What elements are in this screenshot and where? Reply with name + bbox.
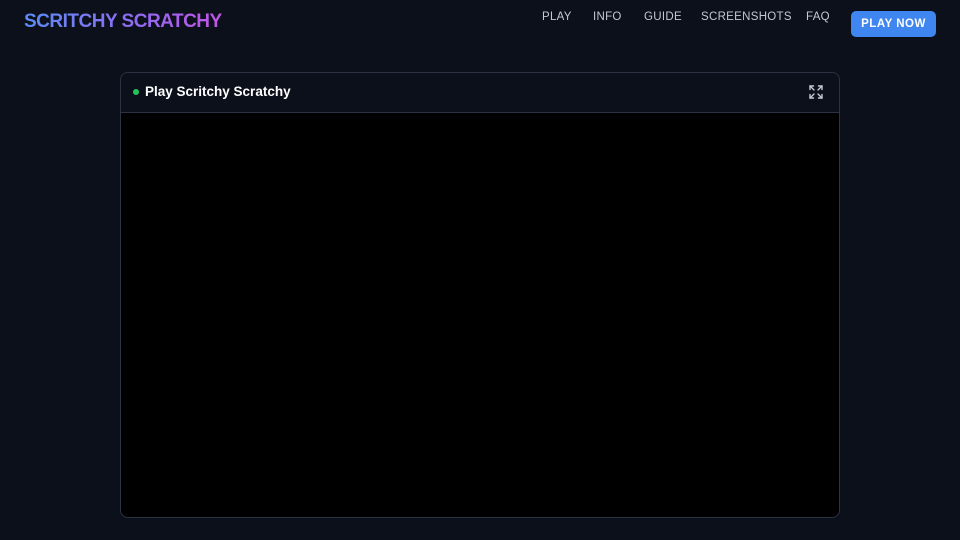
game-canvas[interactable]	[121, 113, 839, 517]
status-dot-icon	[133, 89, 139, 95]
site-header: SCRITCHY SCRATCHY PLAY INFO GUIDE SCREEN…	[0, 0, 960, 46]
main-nav: PLAY INFO GUIDE SCREENSHOTS FAQ	[0, 11, 960, 25]
game-panel: Play Scritchy Scratchy	[120, 72, 840, 518]
expand-icon[interactable]	[809, 85, 823, 99]
nav-link-guide[interactable]: GUIDE	[644, 11, 682, 23]
nav-link-screenshots[interactable]: SCREENSHOTS	[701, 11, 792, 23]
nav-link-faq[interactable]: FAQ	[806, 11, 830, 23]
nav-link-play[interactable]: PLAY	[542, 11, 572, 23]
game-panel-header: Play Scritchy Scratchy	[121, 73, 839, 113]
play-now-button[interactable]: PLAY NOW	[851, 11, 936, 37]
game-panel-title: Play Scritchy Scratchy	[145, 84, 291, 99]
nav-link-info[interactable]: INFO	[593, 11, 622, 23]
